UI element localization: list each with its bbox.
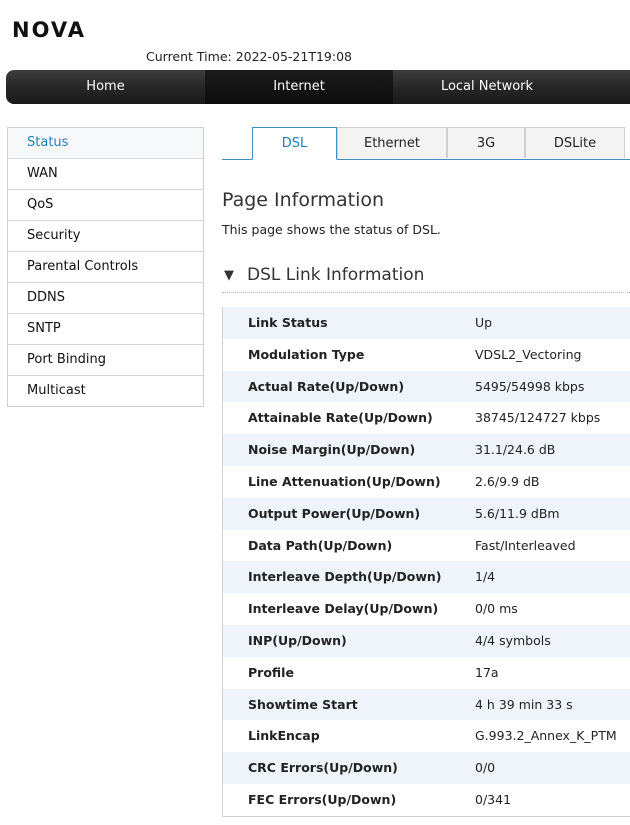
main-nav: Home Internet Local Network: [6, 70, 630, 104]
sidebar-item-sntp[interactable]: SNTP: [8, 313, 203, 344]
tab-ethernet[interactable]: Ethernet: [337, 127, 447, 158]
tab-dsl[interactable]: DSL: [252, 127, 337, 160]
row-value: 38745/124727 kbps: [475, 410, 601, 426]
table-row: Output Power(Up/Down) 5.6/11.9 dBm: [223, 497, 630, 530]
sidebar-item-parental-controls[interactable]: Parental Controls: [8, 251, 203, 282]
row-label: Link Status: [248, 315, 328, 330]
row-value: 31.1/24.6 dB: [475, 442, 556, 458]
table-row: Link Status Up: [223, 307, 630, 339]
row-value: 1/4: [475, 569, 496, 585]
row-value: 0/0: [475, 760, 496, 776]
row-label: LinkEncap: [248, 728, 320, 744]
sidebar-item-status[interactable]: Status: [8, 128, 203, 158]
row-value: 17a: [475, 664, 499, 680]
table-row: Noise Margin(Up/Down) 31.1/24.6 dB: [223, 434, 630, 466]
row-value: 4 h 39 min 33 s: [475, 696, 573, 712]
table-row: Interleave Depth(Up/Down) 1/4: [223, 561, 630, 594]
table-row: Profile 17a: [223, 656, 630, 689]
sidebar-item-security[interactable]: Security: [8, 220, 203, 251]
row-label: Interleave Delay(Up/Down): [248, 601, 439, 617]
nav-home[interactable]: Home: [6, 70, 205, 104]
row-label: INP(Up/Down): [248, 632, 347, 648]
row-label: Interleave Depth(Up/Down): [248, 569, 442, 585]
sidebar: Status WAN QoS Security Parental Control…: [7, 127, 204, 407]
dsl-info-table: Link Status Up Modulation Type VDSL2_Vector…: [222, 307, 630, 817]
row-label: Showtime Start: [248, 696, 358, 712]
tab-3g[interactable]: 3G: [447, 127, 525, 158]
table-row: Attainable Rate(Up/Down) 38745/124727 kbp…: [223, 402, 630, 435]
router-status-page: NOVA Current Time: 2022-05-21T19:08 Home…: [0, 0, 630, 825]
table-row: Showtime Start 4 h 39 min 33 s: [223, 688, 630, 721]
current-time: Current Time: 2022-05-21T19:08: [146, 49, 352, 64]
table-row: LinkEncap G.993.2_Annex_K_PTM: [223, 720, 630, 753]
row-value: G.993.2_Annex_K_PTM: [475, 728, 617, 744]
page-description: This page shows the status of DSL.: [222, 222, 441, 237]
status-tabs: DSL Ethernet 3G DSLite: [222, 127, 630, 160]
row-value: Fast/Interleaved: [475, 537, 576, 553]
table-row: Line Attenuation(Up/Down) 2.6/9.9 dB: [223, 465, 630, 498]
row-value: VDSL2_Vectoring: [475, 346, 582, 362]
row-label: Noise Margin(Up/Down): [248, 442, 416, 458]
dsl-section-header[interactable]: ▼ DSL Link Information: [222, 262, 630, 293]
section-title: DSL Link Information: [247, 265, 425, 285]
row-value: 0/341: [475, 791, 512, 807]
collapse-arrow-icon[interactable]: ▼: [224, 268, 234, 283]
row-label: Data Path(Up/Down): [248, 537, 393, 553]
tab-dslite[interactable]: DSLite: [525, 127, 625, 158]
table-row: Data Path(Up/Down) Fast/Interleaved: [223, 529, 630, 562]
table-row: Modulation Type VDSL2_Vectoring: [223, 338, 630, 371]
row-label: CRC Errors(Up/Down): [248, 760, 398, 776]
sidebar-item-wan[interactable]: WAN: [8, 158, 203, 189]
row-label: Profile: [248, 664, 294, 680]
row-label: Output Power(Up/Down): [248, 505, 421, 521]
table-row: Interleave Delay(Up/Down) 0/0 ms: [223, 593, 630, 625]
nav-local-network[interactable]: Local Network: [393, 70, 581, 104]
row-value: 5.6/11.9 dBm: [475, 505, 560, 521]
row-label: Line Attenuation(Up/Down): [248, 473, 441, 489]
row-value: Up: [475, 315, 493, 330]
page-title: Page Information: [222, 189, 385, 211]
sidebar-item-qos[interactable]: QoS: [8, 189, 203, 220]
sidebar-item-multicast[interactable]: Multicast: [8, 375, 203, 406]
table-row: FEC Errors(Up/Down) 0/341: [223, 783, 630, 816]
sidebar-item-port-binding[interactable]: Port Binding: [8, 344, 203, 375]
table-row: Actual Rate(Up/Down) 5495/54998 kbps: [223, 370, 630, 403]
row-label: Modulation Type: [248, 346, 365, 362]
brand-logo: NOVA: [12, 18, 86, 42]
row-label: FEC Errors(Up/Down): [248, 791, 397, 807]
row-value: 0/0 ms: [475, 601, 518, 617]
table-row: INP(Up/Down) 4/4 symbols: [223, 624, 630, 657]
sidebar-item-ddns[interactable]: DDNS: [8, 282, 203, 313]
row-label: Attainable Rate(Up/Down): [248, 410, 433, 426]
row-value: 4/4 symbols: [475, 632, 551, 648]
row-label: Actual Rate(Up/Down): [248, 378, 405, 394]
table-row: CRC Errors(Up/Down) 0/0: [223, 752, 630, 784]
row-value: 2.6/9.9 dB: [475, 473, 540, 489]
row-value: 5495/54998 kbps: [475, 378, 585, 394]
nav-internet[interactable]: Internet: [205, 70, 393, 104]
